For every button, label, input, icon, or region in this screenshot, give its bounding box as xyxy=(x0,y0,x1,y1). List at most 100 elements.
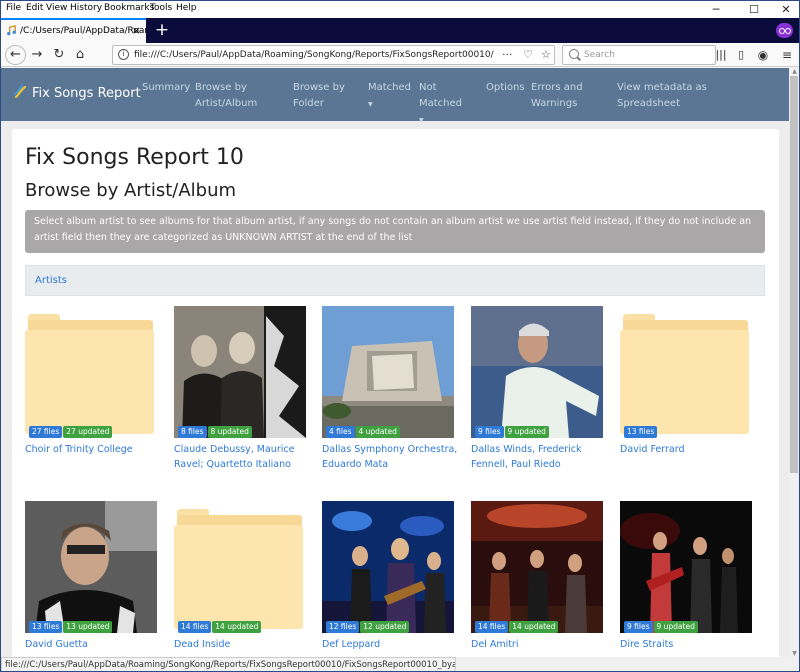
artist-photo[interactable]: 4 files 4 updated xyxy=(322,306,454,438)
artist-link[interactable]: Del Amitri xyxy=(471,637,619,652)
files-badge: 9 files xyxy=(624,621,653,633)
nav-summary[interactable]: Summary xyxy=(142,80,192,96)
status-bar: file:///C:/Users/Paul/AppData/Roaming/So… xyxy=(1,657,456,671)
breadcrumb: Artists xyxy=(25,265,765,296)
pocket-icon[interactable]: ♡ xyxy=(523,48,533,61)
brand[interactable]: Fix Songs Report xyxy=(13,85,141,101)
artist-link[interactable]: Def Leppard xyxy=(322,637,470,652)
browser-tab[interactable]: /C:/Users/Paul/AppData/Roam × xyxy=(1,18,146,43)
menu-view[interactable]: View xyxy=(46,3,67,13)
artist-photo[interactable]: 12 files 12 updated xyxy=(322,501,454,633)
menu-file[interactable]: File xyxy=(6,3,21,13)
nav-errors-warnings[interactable]: Errors and Warnings xyxy=(531,80,596,112)
library-icon[interactable]: ||| xyxy=(711,46,731,64)
files-badge: 8 files xyxy=(178,426,207,438)
artist-link[interactable]: David Guetta xyxy=(25,637,173,652)
scroll-up-icon[interactable]: ▲ xyxy=(789,68,799,75)
sidebar-icon[interactable]: ▯ xyxy=(731,46,751,64)
nav-browse-folder[interactable]: Browse by Folder xyxy=(293,80,353,112)
artist-link[interactable]: Dire Straits xyxy=(620,637,768,652)
minimize-button[interactable]: ─ xyxy=(701,1,731,18)
new-tab-button[interactable]: + xyxy=(152,19,172,41)
updated-badge: 12 updated xyxy=(360,621,410,633)
artist-photo[interactable]: 13 files 13 updated xyxy=(25,501,157,633)
search-icon xyxy=(569,49,579,59)
files-badge: 9 files xyxy=(475,426,504,438)
updated-badge: 14 updated xyxy=(212,621,262,633)
files-badge: 27 files xyxy=(29,426,63,438)
menu-bar: File Edit View History Bookmarks Tools H… xyxy=(1,1,799,18)
files-badge: 14 files xyxy=(178,621,212,633)
updated-badge: 4 updated xyxy=(355,426,400,438)
search-box[interactable]: Search xyxy=(562,45,716,65)
updated-badge: 9 updated xyxy=(504,426,549,438)
artist-photo[interactable]: 9 files 9 updated xyxy=(471,306,603,438)
account-icon[interactable]: ◉ xyxy=(753,46,773,64)
menu-edit[interactable]: Edit xyxy=(26,3,43,13)
page-viewport: Fix Songs Report Summary Browse by Artis… xyxy=(1,68,789,657)
tab-close-icon[interactable]: × xyxy=(132,24,141,37)
close-window-button[interactable]: ✕ xyxy=(771,1,799,18)
artist-link[interactable]: Choir of Trinity College xyxy=(25,442,173,457)
files-badge: 13 files xyxy=(29,621,63,633)
url-bar[interactable]: i file:///C:/Users/Paul/AppData/Roaming/… xyxy=(112,45,555,65)
folder-icon[interactable]: 27 files 27 updated xyxy=(25,306,157,438)
updated-badge: 27 updated xyxy=(63,426,113,438)
files-badge: 14 files xyxy=(475,621,509,633)
info-icon[interactable]: i xyxy=(118,49,129,60)
files-badge: 4 files xyxy=(326,426,355,438)
dropdown-caret-icon: ▼ xyxy=(368,101,373,108)
artist-link[interactable]: Dead Inside xyxy=(174,637,322,652)
hamburger-menu-icon[interactable]: ≡ xyxy=(777,46,797,64)
page-actions-icon[interactable]: ··· xyxy=(502,48,513,61)
tab-title: /C:/Users/Paul/AppData/Roam xyxy=(20,26,146,36)
page-title: Fix Songs Report 10 xyxy=(25,145,244,170)
forward-button[interactable]: → xyxy=(27,46,47,64)
nav-matched[interactable]: Matched ▼ xyxy=(368,80,413,113)
menu-bookmarks[interactable]: Bookmarks xyxy=(104,3,154,13)
music-note-icon xyxy=(7,25,16,36)
nav-options[interactable]: Options xyxy=(486,80,528,96)
nav-not-matched-label: Not Matched xyxy=(419,82,463,109)
brand-label: Fix Songs Report xyxy=(32,86,141,101)
scrollbar-thumb[interactable] xyxy=(790,76,798,473)
page-subtitle: Browse by Artist/Album xyxy=(25,180,237,201)
artist-link[interactable]: Dallas Winds, Frederick Fennell, Paul Ri… xyxy=(471,442,619,472)
artist-photo[interactable]: 14 files 14 updated xyxy=(471,501,603,633)
info-alert: Select album artist to see albums for th… xyxy=(25,210,765,253)
nav-not-matched[interactable]: Not Matched ▼ xyxy=(419,80,481,129)
folder-icon[interactable]: 13 files xyxy=(620,306,752,438)
dropdown-caret-icon: ▼ xyxy=(419,117,424,124)
nav-matched-label: Matched xyxy=(368,82,412,93)
reload-button[interactable]: ↻ xyxy=(49,46,69,64)
updated-badge: 8 updated xyxy=(207,426,252,438)
songkong-logo-icon xyxy=(14,85,27,99)
back-button[interactable]: ← xyxy=(5,45,26,65)
nav-browse-artist-album[interactable]: Browse by Artist/Album xyxy=(195,80,273,112)
artist-photo[interactable]: 8 files 8 updated xyxy=(174,306,306,438)
home-button[interactable]: ⌂ xyxy=(70,46,90,64)
browser-window: File Edit View History Bookmarks Tools H… xyxy=(0,0,800,672)
folder-icon[interactable]: 14 files 14 updated xyxy=(174,501,306,633)
breadcrumb-artists-link[interactable]: Artists xyxy=(35,275,67,286)
scroll-down-icon[interactable]: ▼ xyxy=(789,650,799,657)
menu-help[interactable]: Help xyxy=(176,3,197,13)
files-badge: 12 files xyxy=(326,621,360,633)
vertical-scrollbar[interactable]: ▲ ▼ xyxy=(789,68,799,657)
menu-history[interactable]: History xyxy=(70,3,102,13)
search-placeholder: Search xyxy=(584,50,615,60)
bookmark-star-icon[interactable]: ☆ xyxy=(541,48,551,61)
artist-link[interactable]: Claude Debussy, Maurice Ravel; Quartetto… xyxy=(174,442,322,472)
tab-strip: /C:/Users/Paul/AppData/Roam × + xyxy=(1,18,799,43)
menu-tools[interactable]: Tools xyxy=(150,3,172,13)
updated-badge: 14 updated xyxy=(509,621,559,633)
url-text[interactable]: file:///C:/Users/Paul/AppData/Roaming/So… xyxy=(134,50,494,60)
files-badge: 13 files xyxy=(624,426,658,438)
updated-badge: 9 updated xyxy=(653,621,698,633)
maximize-button[interactable]: ☐ xyxy=(739,1,769,18)
nav-view-metadata-spreadsheet[interactable]: View metadata as Spreadsheet xyxy=(617,80,717,112)
artist-link[interactable]: David Ferrard xyxy=(620,442,768,457)
updated-badge: 13 updated xyxy=(63,621,113,633)
artist-link[interactable]: Dallas Symphony Orchestra, Eduardo Mata xyxy=(322,442,470,472)
artist-photo[interactable]: 9 files 9 updated xyxy=(620,501,752,633)
